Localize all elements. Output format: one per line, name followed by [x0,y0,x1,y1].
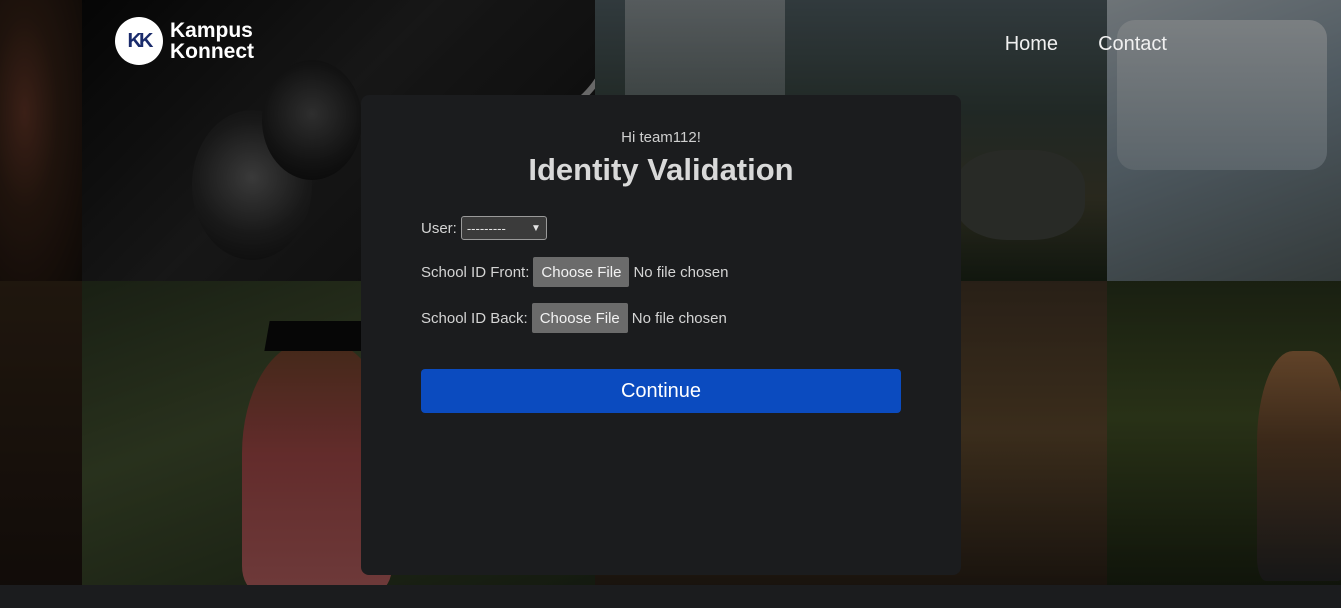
logo-wordmark: Kampus Konnect [170,20,254,62]
user-label: User: [421,219,457,237]
user-select-value: --------- [466,220,506,236]
chevron-down-icon: ▼ [530,222,541,234]
id-front-file-status: No file chosen [633,263,729,281]
logo-icon: KK [115,17,163,65]
id-front-choose-file-button[interactable]: Choose File [533,257,630,287]
logo-line-2: Konnect [170,40,254,63]
site-logo[interactable]: KK Kampus Konnect [115,17,254,65]
id-back-choose-file-button[interactable]: Choose File [531,303,628,333]
id-back-file-status: No file chosen [631,309,727,327]
top-nav: Home Contact [1005,33,1167,56]
user-row: User: --------- ▼ [421,216,547,240]
id-back-label: School ID Back: [421,309,528,327]
nav-contact-link[interactable]: Contact [1098,33,1167,56]
continue-button[interactable]: Continue [421,369,901,413]
greeting-text: Hi team112! [621,129,701,146]
id-front-label: School ID Front: [421,263,530,281]
page-title: Identity Validation [528,152,794,187]
logo-line-1: Kampus [170,19,253,42]
user-select[interactable]: --------- ▼ [460,216,547,240]
nav-home-link[interactable]: Home [1005,33,1058,56]
identity-validation-card: Hi team112! Identity Validation User: --… [361,95,961,575]
footer-strip [0,585,1341,608]
id-front-row: School ID Front: Choose File No file cho… [421,257,729,287]
id-back-row: School ID Back: Choose File No file chos… [421,303,727,333]
